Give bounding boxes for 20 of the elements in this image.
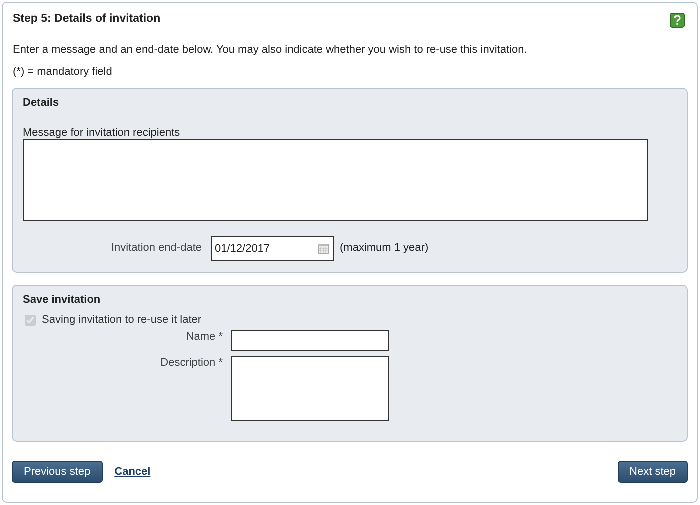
- field-label: Name *: [185, 330, 223, 343]
- field-label: Invitation end-date: [110, 242, 202, 254]
- date-hint: (maximum 1 year): [340, 242, 429, 254]
- field-label: Message for invitation recipients: [23, 127, 182, 139]
- checkbox-label: Saving invitation to re-use it later: [42, 314, 202, 326]
- page-title: Step 5: Details of invitation: [13, 13, 161, 25]
- intro-text: Enter a message and an end-date below. You may also indicate whether you wish to re-use this invitation.: [13, 44, 528, 56]
- mandatory-note: (*) = mandatory field: [13, 66, 114, 78]
- panel-heading: Details: [23, 97, 60, 109]
- date-field[interactable]: 01/12/2017: [211, 236, 334, 261]
- name-field[interactable]: [231, 330, 389, 351]
- cancel-link[interactable]: Cancel: [114, 466, 151, 478]
- panel-heading: Save invitation: [23, 294, 102, 306]
- help-icon[interactable]: [670, 13, 685, 28]
- message-field[interactable]: [23, 139, 648, 221]
- description-field[interactable]: [231, 356, 389, 421]
- previous-step-button[interactable]: Previous step: [12, 461, 103, 483]
- next-step-button[interactable]: Next step: [618, 461, 688, 483]
- date-value: 01/12/2017: [215, 242, 270, 254]
- field-label: Description *: [160, 356, 223, 369]
